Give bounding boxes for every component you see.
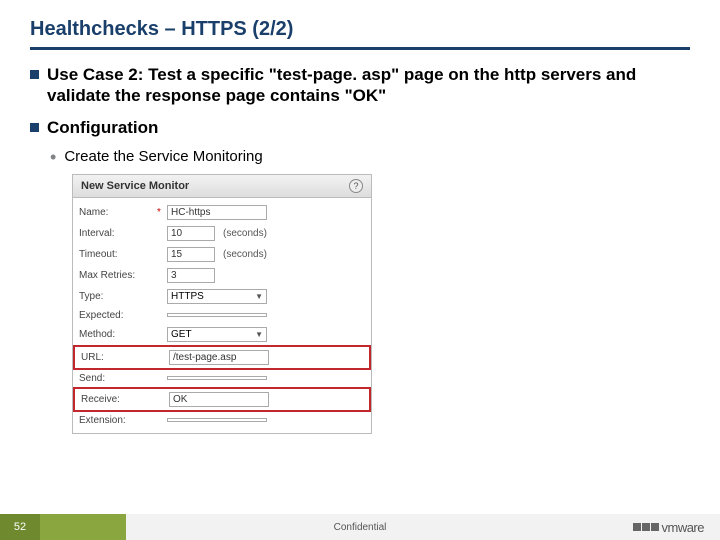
row-interval: Interval: 10 (seconds) xyxy=(73,223,371,244)
row-extension: Extension: xyxy=(73,412,371,429)
row-type: Type: HTTPS ▼ xyxy=(73,286,371,307)
label-method: Method: xyxy=(79,329,151,340)
row-url: URL: /test-page.asp xyxy=(73,345,371,370)
interval-field[interactable]: 10 xyxy=(167,226,215,241)
timeout-field[interactable]: 15 xyxy=(167,247,215,262)
unit-timeout: (seconds) xyxy=(223,249,267,260)
square-bullet-icon xyxy=(30,70,39,79)
bullet-configuration: Configuration xyxy=(30,117,690,138)
label-type: Type: xyxy=(79,291,151,302)
label-maxretries: Max Retries: xyxy=(79,270,151,281)
sub-bullet-text: Create the Service Monitoring xyxy=(64,148,262,166)
confidential-label: Confidential xyxy=(334,522,387,533)
row-maxretries: Max Retries: 3 xyxy=(73,265,371,286)
method-value: GET xyxy=(171,329,192,340)
extension-field[interactable] xyxy=(167,418,267,422)
unit-interval: (seconds) xyxy=(223,228,267,239)
service-monitor-dialog: New Service Monitor ? Name: * HC-https I… xyxy=(72,174,372,434)
slide-footer: 52 Confidential vmware xyxy=(0,514,720,540)
label-extension: Extension: xyxy=(79,415,151,426)
sub-bullet-create: • Create the Service Monitoring xyxy=(50,148,690,166)
label-timeout: Timeout: xyxy=(79,249,151,260)
label-url: URL: xyxy=(81,352,153,363)
required-marker: * xyxy=(155,207,163,218)
row-expected: Expected: xyxy=(73,307,371,324)
label-name: Name: xyxy=(79,207,151,218)
label-interval: Interval: xyxy=(79,228,151,239)
page-number: 52 xyxy=(0,514,40,540)
logo-boxes-icon xyxy=(633,523,659,531)
bullet-text: Use Case 2: Test a specific "test-page. … xyxy=(47,64,690,107)
type-value: HTTPS xyxy=(171,291,204,302)
label-expected: Expected: xyxy=(79,310,151,321)
row-method: Method: GET ▼ xyxy=(73,324,371,345)
square-bullet-icon xyxy=(30,123,39,132)
logo-text: vmware xyxy=(661,520,704,535)
dot-bullet-icon: • xyxy=(50,148,56,166)
chevron-down-icon: ▼ xyxy=(255,292,263,301)
help-icon[interactable]: ? xyxy=(349,179,363,193)
dialog-title: New Service Monitor xyxy=(81,180,189,192)
label-receive: Receive: xyxy=(81,394,153,405)
vmware-logo: vmware xyxy=(633,520,704,535)
page-title: Healthchecks – HTTPS (2/2) xyxy=(30,18,690,41)
chevron-down-icon: ▼ xyxy=(255,330,263,339)
maxretries-field[interactable]: 3 xyxy=(167,268,215,283)
dialog-body: Name: * HC-https Interval: 10 (seconds) … xyxy=(73,198,371,433)
send-field[interactable] xyxy=(167,376,267,380)
name-field[interactable]: HC-https xyxy=(167,205,267,220)
receive-field[interactable]: OK xyxy=(169,392,269,407)
method-select[interactable]: GET ▼ xyxy=(167,327,267,342)
row-send: Send: xyxy=(73,370,371,387)
bullet-text: Configuration xyxy=(47,117,158,138)
row-name: Name: * HC-https xyxy=(73,202,371,223)
label-send: Send: xyxy=(79,373,151,384)
row-receive: Receive: OK xyxy=(73,387,371,412)
footer-accent xyxy=(40,514,126,540)
row-timeout: Timeout: 15 (seconds) xyxy=(73,244,371,265)
expected-field[interactable] xyxy=(167,313,267,317)
url-field[interactable]: /test-page.asp xyxy=(169,350,269,365)
bullet-usecase: Use Case 2: Test a specific "test-page. … xyxy=(30,64,690,107)
dialog-header: New Service Monitor ? xyxy=(73,175,371,198)
type-select[interactable]: HTTPS ▼ xyxy=(167,289,267,304)
title-underline xyxy=(30,47,690,50)
